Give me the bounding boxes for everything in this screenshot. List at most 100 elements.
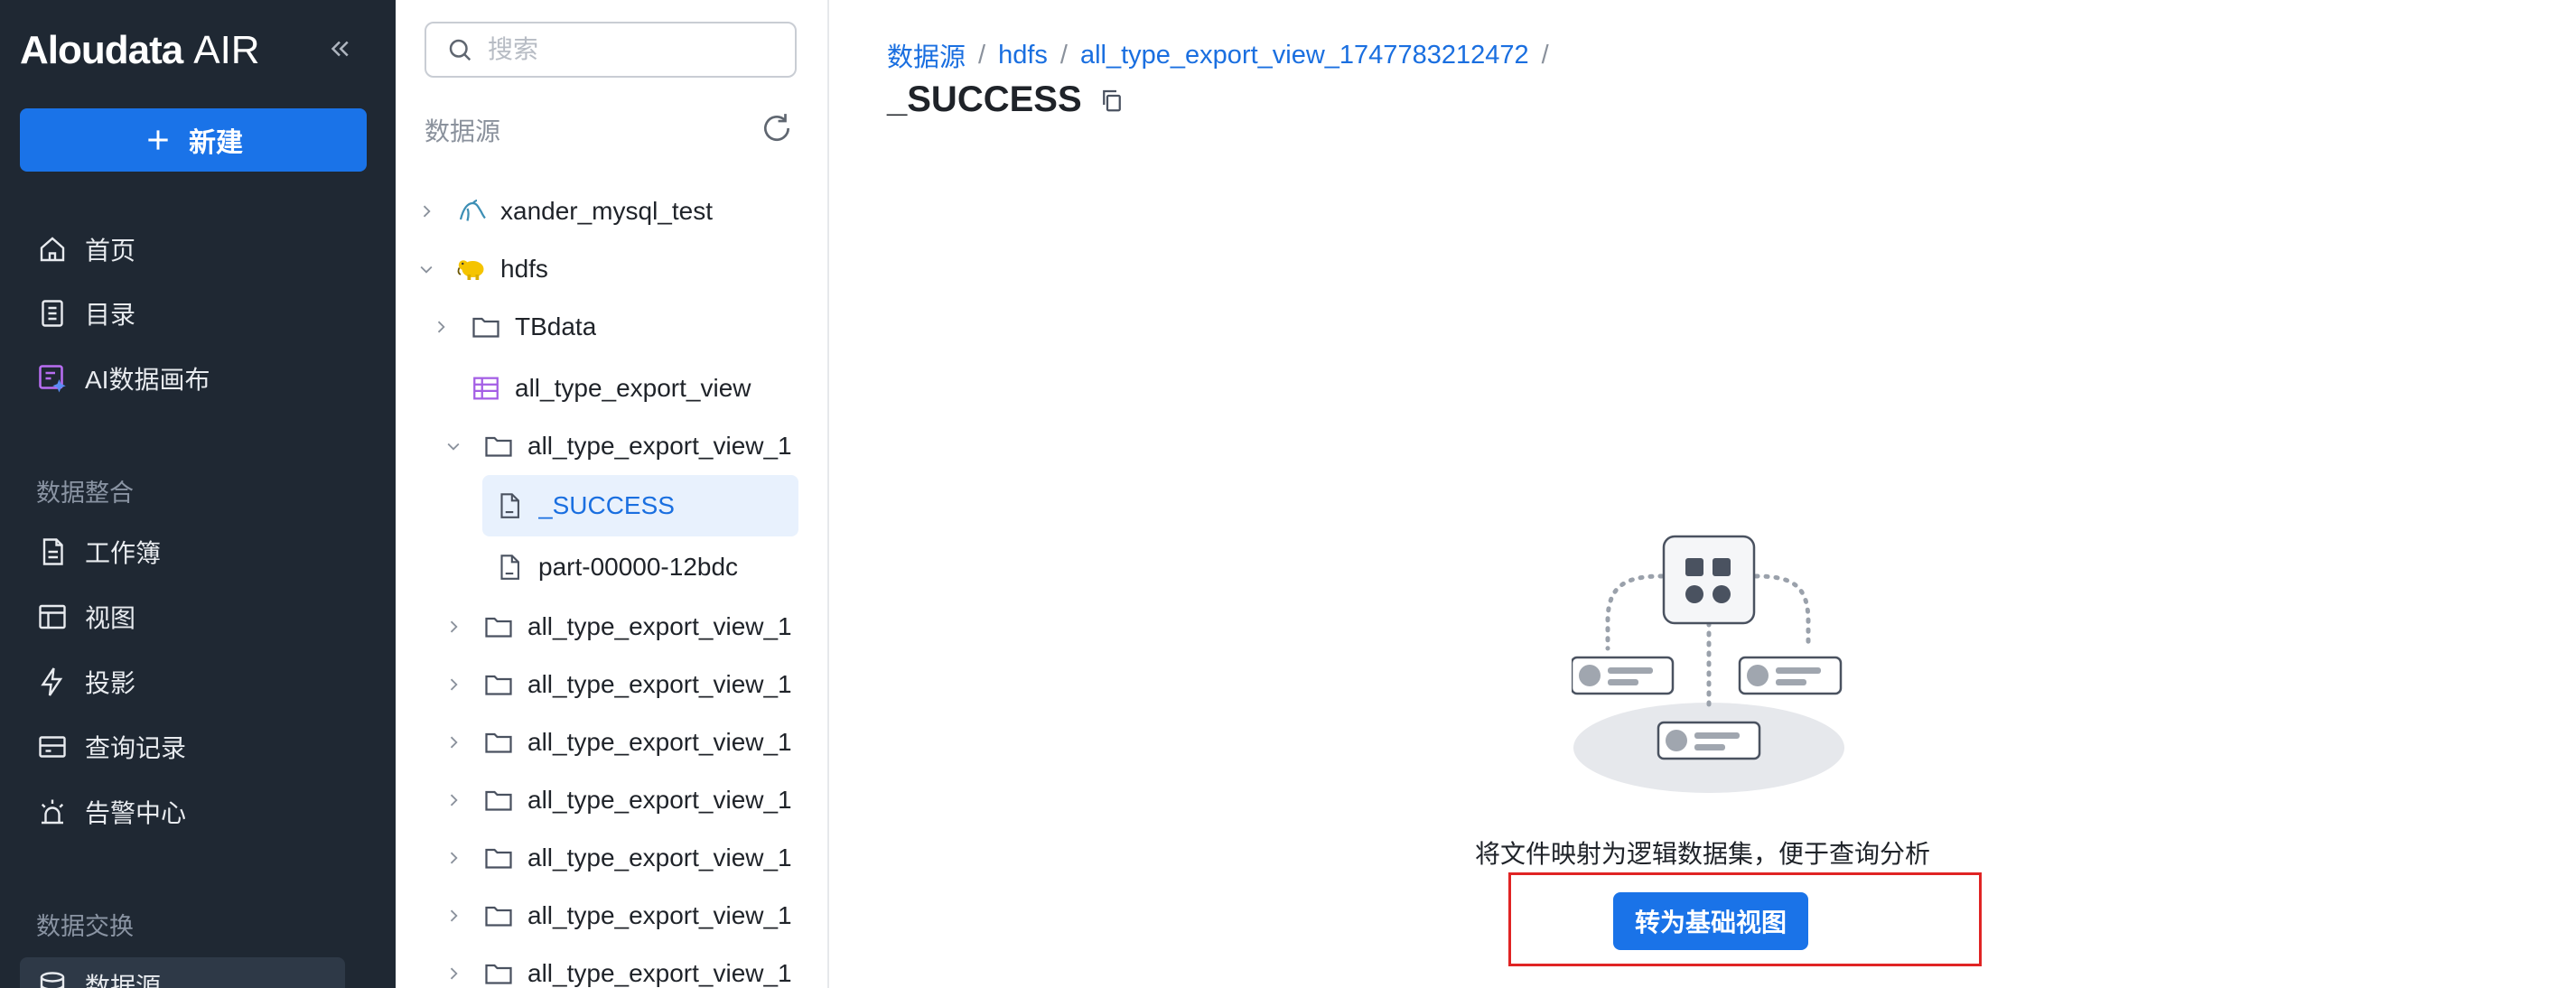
datasource-icon [40,972,65,988]
tree-row[interactable]: all_type_export_view_1 [444,421,797,471]
logo-brand: Aloudata [20,28,183,72]
tree-row[interactable]: hdfs [417,244,797,294]
chevron-right-icon[interactable] [417,202,435,220]
tree-row[interactable]: all_type_export_view_1 [444,948,797,988]
breadcrumb-link-datasource[interactable]: 数据源 [887,36,966,74]
chevron-right-icon[interactable] [444,733,462,751]
datasource-tree-panel: 数据源 xander_mysql_test hdfs TBdata all_ty… [396,0,829,988]
nav-item-label: 目录 [85,301,136,329]
page-title-text: _SUCCESS [887,79,1082,119]
tree-row-label: part-00000-12bdc [538,553,739,581]
tree-row[interactable]: all_type_export_view_1 [444,717,797,768]
folder-icon [482,957,515,988]
file-icon [493,551,526,583]
tree-row-label: all_type_export_view_1 [527,728,792,756]
nav-item-label: 工作簿 [85,539,162,567]
breadcrumb-separator: / [978,40,986,70]
tree-row[interactable]: all_type_export_view_1 [444,775,797,825]
tree-row-label: xander_mysql_test [500,197,714,225]
chevron-down-icon[interactable] [444,437,462,455]
tree-row-label: all_type_export_view_1 [527,786,792,814]
folder-icon [482,611,515,643]
empty-state-illustration [1572,535,1844,793]
nav-item-label: 告警中心 [85,799,187,827]
mysql-icon [455,195,488,228]
chevron-right-icon[interactable] [444,907,462,925]
chevron-right-icon[interactable] [432,318,450,336]
folder-icon [482,784,515,816]
breadcrumb-link-folder[interactable]: all_type_export_view_1747783212472 [1080,41,1529,70]
nav-item-ai-canvas[interactable]: AI数据画布 [20,350,367,406]
nav-item-label: 首页 [85,237,136,265]
tree-row[interactable]: xander_mysql_test [417,186,797,237]
folder-icon [482,430,515,462]
ai-canvas-icon [39,365,66,393]
breadcrumb-separator: / [1059,40,1068,70]
nav-section-integration: 数据整合 [36,480,134,507]
chevron-right-icon[interactable] [444,676,462,694]
chevron-right-icon[interactable] [444,791,462,809]
new-button-label: 新建 [189,128,243,158]
tree-row-label: all_type_export_view_1 [527,959,792,987]
nav-item-workbook[interactable]: 工作簿 [20,524,367,580]
tree-row-label: TBdata [515,312,597,340]
breadcrumb: 数据源 / hdfs / all_type_export_view_174778… [887,36,1549,74]
tree-row-selected[interactable]: _SUCCESS [482,475,798,536]
chevron-right-icon[interactable] [444,618,462,636]
nav-item-label: 投影 [85,669,136,697]
nav-item-label: 视图 [85,604,136,632]
breadcrumb-link-hdfs[interactable]: hdfs [998,41,1048,70]
tree-row[interactable]: all_type_export_view_1 [444,601,797,652]
tree-row-label: all_type_export_view_1 [527,844,792,871]
nav-item-projection[interactable]: 投影 [20,654,367,710]
home-icon [40,237,65,262]
nav-item-label: 查询记录 [85,734,187,762]
collapse-sidebar-icon[interactable] [322,31,358,67]
tree-row[interactable]: TBdata [432,302,797,352]
page-title: _SUCCESS [887,79,1125,120]
tree-row[interactable]: all_type_export_view_1 [444,890,797,941]
nav-item-datasource[interactable]: 数据源 [20,957,345,988]
nav-section-exchange: 数据交换 [36,913,134,940]
catalog-icon [42,300,63,327]
file-icon [493,489,526,522]
tree-row-label: all_type_export_view [515,374,751,402]
tree-row-label: _SUCCESS [538,491,675,519]
folder-icon [470,311,502,343]
convert-to-base-view-button[interactable]: 转为基础视图 [1613,892,1808,950]
tree-row[interactable]: part-00000-12bdc [493,542,797,592]
tree-row-label: all_type_export_view_1 [527,670,792,698]
new-button[interactable]: 新建 [20,108,367,172]
main-content: 数据源 / hdfs / all_type_export_view_174778… [829,0,2576,988]
search-input[interactable] [488,35,777,64]
folder-icon [482,842,515,874]
nav-item-catalog[interactable]: 目录 [20,285,367,341]
nav-item-view[interactable]: 视图 [20,589,367,645]
alert-icon [41,799,64,825]
chevron-down-icon[interactable] [417,260,435,278]
nav-item-query-history[interactable]: 查询记录 [20,719,367,775]
table-icon [470,372,502,405]
tree-row-label: hdfs [500,255,548,283]
projection-icon [41,667,63,696]
query-history-icon [39,736,66,758]
nav-item-label: AI数据画布 [85,366,210,394]
left-navigation: Aloudata AIR 新建 首页 目录 AI数据画布 数据整合 工作簿 视图… [0,0,396,988]
nav-item-alert-center[interactable]: 告警中心 [20,784,367,840]
tree-row-label: all_type_export_view_1 [527,612,792,640]
search-icon [449,39,471,61]
refresh-icon[interactable] [757,108,797,148]
chevron-right-icon[interactable] [444,965,462,983]
tree-search[interactable] [425,22,797,78]
tree-row[interactable]: all_type_export_view_1 [444,833,797,883]
tree-row[interactable]: all_type_export_view_1 [444,659,797,710]
folder-icon [482,899,515,932]
tree-row[interactable]: all_type_export_view [470,363,795,414]
copy-icon[interactable] [1098,87,1125,114]
view-icon [39,604,66,629]
plus-icon [148,130,168,150]
hadoop-icon [455,253,488,285]
chevron-right-icon[interactable] [444,849,462,867]
app-logo[interactable]: Aloudata AIR [20,25,260,76]
nav-item-home[interactable]: 首页 [20,221,367,277]
